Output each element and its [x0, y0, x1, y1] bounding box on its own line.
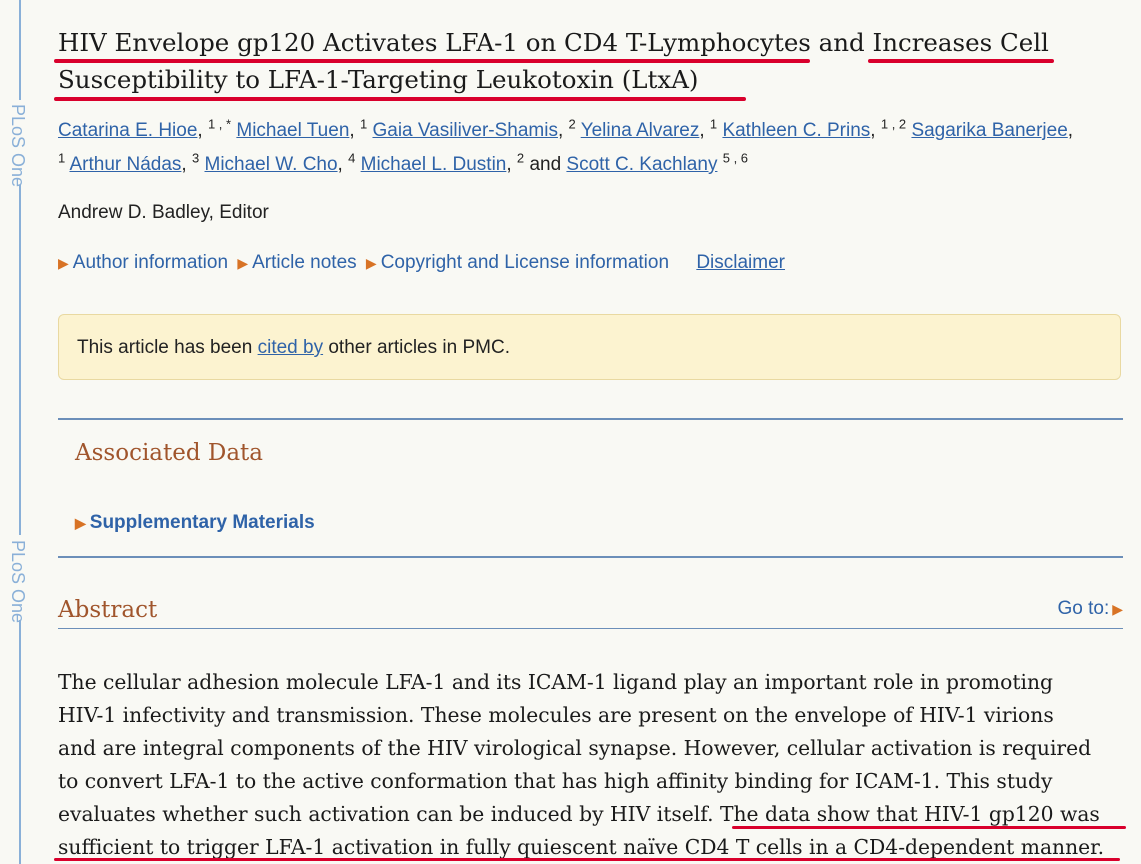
highlight-underline — [54, 97, 746, 101]
affiliation-sup: 5 , 6 — [722, 150, 749, 166]
author-link[interactable]: Michael Tuen — [236, 120, 349, 141]
affiliation-sup: 2 — [568, 116, 576, 132]
title-line: Susceptibility to LFA-1-Targeting Leukot… — [58, 65, 699, 94]
side-divider — [19, 185, 21, 535]
cited-by-link[interactable]: cited by — [258, 337, 323, 358]
abstract-line: The cellular adhesion molecule LFA-1 and… — [58, 670, 1053, 694]
affiliation-sup: 1 , * — [207, 116, 232, 132]
abstract-divider — [58, 628, 1123, 629]
highlight-underline — [54, 858, 1120, 861]
author-link[interactable]: Scott C. Kachlany — [566, 154, 717, 175]
highlight-underline — [54, 59, 810, 63]
side-divider — [19, 0, 21, 100]
article-notes-toggle[interactable]: Article notes — [252, 252, 357, 273]
author-link[interactable]: Sagarika Banerjee — [911, 120, 1067, 141]
expand-triangle-icon: ▶ — [1112, 601, 1123, 617]
author-link[interactable]: Michael L. Dustin — [361, 154, 507, 175]
expand-triangle-icon: ▶ — [237, 255, 249, 271]
author-information-toggle[interactable]: Author information — [73, 252, 228, 273]
supplementary-label: Supplementary Materials — [89, 512, 315, 533]
author-link[interactable]: Yelina Alvarez — [581, 120, 700, 141]
abstract-line: HIV-1 infectivity and transmission. Thes… — [58, 703, 1054, 727]
abstract-line: to convert LFA-1 to the active conformat… — [58, 769, 1053, 793]
cited-suffix: other articles in PMC. — [323, 337, 510, 358]
affiliation-sup: 1 , 2 — [880, 116, 907, 132]
associated-data-heading: Associated Data — [75, 440, 264, 466]
author-link[interactable]: Kathleen C. Prins — [722, 120, 870, 141]
affiliation-sup: 2 — [516, 150, 525, 166]
article-info-links: ▶ Author information ▶ Article notes ▶ Copy… — [58, 252, 785, 274]
cited-prefix: This article has been — [77, 337, 258, 358]
expand-triangle-icon: ▶ — [58, 255, 69, 271]
cited-by-text: This article has been cited by other art… — [77, 337, 510, 359]
author-link[interactable]: Michael W. Cho — [205, 154, 338, 175]
abstract-text: The cellular adhesion molecule LFA-1 and… — [58, 666, 1133, 864]
expand-triangle-icon: ▶ — [365, 255, 377, 271]
abstract-heading: Abstract — [58, 597, 158, 623]
author-conjunction: and — [529, 154, 562, 175]
author-link[interactable]: Catarina E. Hioe — [58, 120, 197, 141]
affiliation-sup: 1 — [359, 116, 368, 132]
affiliation-sup: 3 — [191, 150, 200, 166]
highlight-underline — [868, 59, 1054, 63]
author-link[interactable]: Arthur Nádas — [69, 154, 181, 175]
side-divider — [19, 620, 21, 864]
author-link[interactable]: Gaia Vasiliver-Shamis — [372, 120, 557, 141]
section-divider — [58, 556, 1123, 558]
affiliation-sup: 1 — [709, 116, 718, 132]
abstract-line: and are integral components of the HIV v… — [58, 736, 1092, 760]
journal-label: PLoS One — [8, 104, 28, 188]
highlight-underline — [732, 826, 1126, 829]
affiliation-sup: 1 — [58, 150, 66, 166]
disclaimer-link[interactable]: Disclaimer — [696, 252, 785, 273]
supplementary-materials-toggle[interactable]: ▶ Supplementary Materials — [75, 512, 315, 534]
expand-triangle-icon: ▶ — [75, 515, 86, 531]
cited-by-notice: This article has been cited by other art… — [58, 314, 1121, 380]
journal-label: PLoS One — [8, 540, 28, 624]
journal-side-rail: PLoS One PLoS One — [0, 0, 40, 864]
affiliation-sup: 4 — [348, 150, 356, 166]
section-divider — [58, 418, 1123, 420]
title-line: HIV Envelope gp120 Activates LFA-1 on CD… — [58, 28, 1049, 57]
author-list: Catarina E. Hioe, 1 , * Michael Tuen, 1 … — [58, 116, 1074, 175]
goto-menu[interactable]: Go to: ▶ — [1057, 598, 1123, 620]
goto-label: Go to: — [1057, 598, 1110, 619]
editor-line: Andrew D. Badley, Editor — [58, 202, 269, 223]
copyright-license-toggle[interactable]: Copyright and License information — [381, 252, 669, 273]
